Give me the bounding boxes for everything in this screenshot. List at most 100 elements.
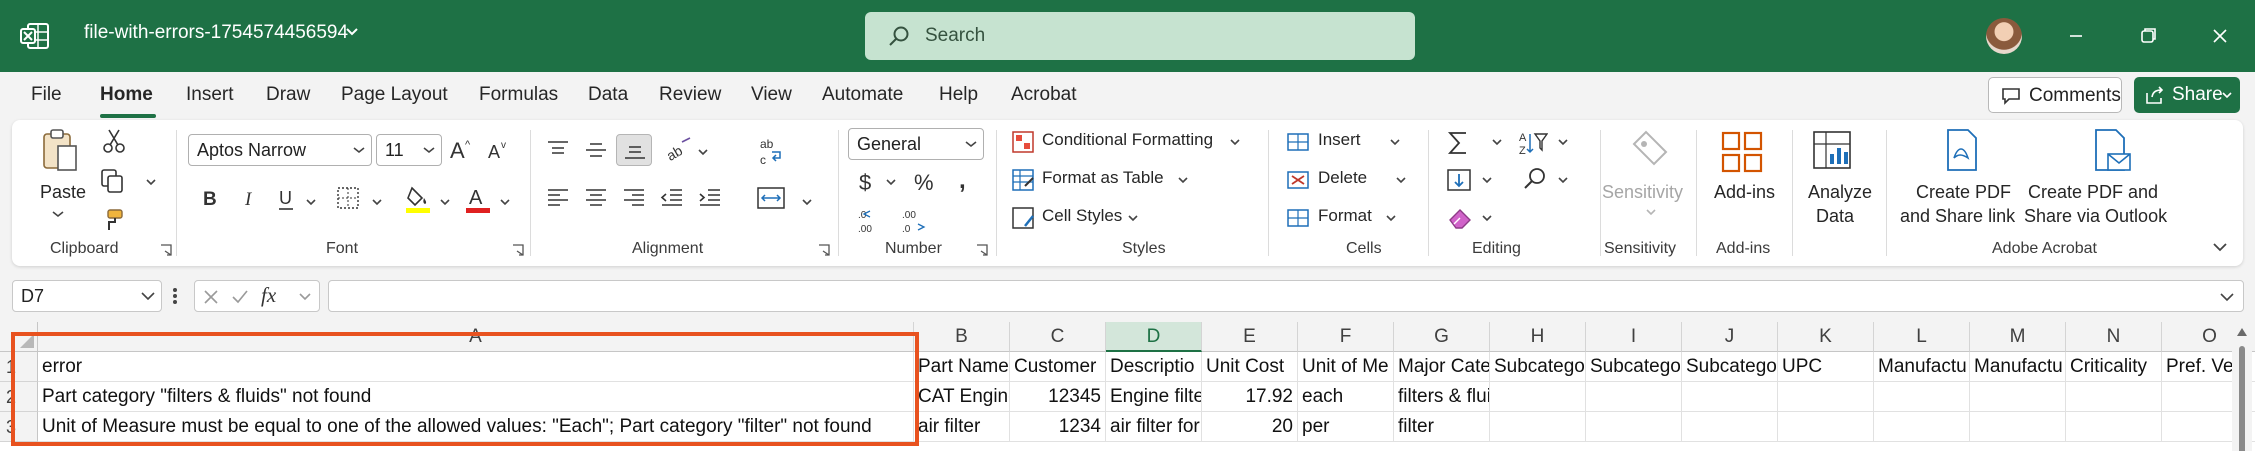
- column-header-j[interactable]: J: [1682, 322, 1778, 352]
- create-pdf-outlook-icon[interactable]: [2090, 128, 2134, 174]
- bold-icon[interactable]: B: [200, 186, 220, 210]
- paste-icon[interactable]: [40, 128, 80, 174]
- dialog-launcher-icon[interactable]: [160, 244, 172, 256]
- percent-icon[interactable]: %: [912, 168, 938, 196]
- decrease-decimal-icon[interactable]: .00.0: [900, 206, 926, 234]
- autosum-icon[interactable]: [1446, 130, 1470, 156]
- cell-d3[interactable]: air filter for: [1106, 412, 1202, 442]
- cell-d1[interactable]: Descriptio: [1106, 352, 1202, 382]
- chevron-down-icon[interactable]: [1558, 138, 1568, 146]
- cell-c2[interactable]: 12345: [1010, 382, 1106, 412]
- restore-icon[interactable]: [2130, 18, 2166, 54]
- cell-l1[interactable]: Manufactu: [1874, 352, 1970, 382]
- scrollbar-thumb[interactable]: [2239, 346, 2245, 451]
- cancel-icon[interactable]: [203, 289, 219, 305]
- chevron-down-icon[interactable]: [1396, 176, 1406, 184]
- italic-icon[interactable]: I: [240, 186, 260, 210]
- cell-m2[interactable]: [1970, 382, 2066, 412]
- sort-filter-icon[interactable]: AZ: [1518, 130, 1548, 156]
- column-header-d[interactable]: D: [1106, 322, 1202, 352]
- cell-b1[interactable]: Part Name: [914, 352, 1010, 382]
- chevron-down-icon[interactable]: [440, 198, 450, 206]
- cell-e3[interactable]: 20: [1202, 412, 1298, 442]
- vertical-scrollbar[interactable]: [2232, 322, 2252, 451]
- comma-style-icon[interactable]: ,: [956, 168, 974, 196]
- create-pdf-line1[interactable]: Create PDF: [1916, 182, 2011, 203]
- fill-color-icon[interactable]: [404, 184, 432, 214]
- align-middle-icon[interactable]: [584, 140, 608, 160]
- add-ins-icon[interactable]: [1720, 130, 1764, 174]
- format-as-table-label[interactable]: Format as Table: [1042, 168, 1164, 188]
- row-header-1[interactable]: 1: [0, 352, 38, 382]
- cell-b2[interactable]: CAT Engine: [914, 382, 1010, 412]
- increase-indent-icon[interactable]: [698, 188, 722, 208]
- analyze-data-line2[interactable]: Data: [1816, 206, 1854, 227]
- tab-help[interactable]: Help: [939, 84, 978, 106]
- cell-i3[interactable]: [1586, 412, 1682, 442]
- underline-icon[interactable]: U: [276, 186, 298, 212]
- cell-styles-icon[interactable]: [1011, 206, 1035, 230]
- tab-home[interactable]: Home: [100, 84, 153, 106]
- chevron-down-icon[interactable]: [1390, 138, 1400, 146]
- tab-file[interactable]: File: [31, 84, 62, 106]
- find-select-icon[interactable]: [1522, 166, 1548, 192]
- cell-l3[interactable]: [1874, 412, 1970, 442]
- conditional-formatting-icon[interactable]: [1011, 130, 1035, 154]
- chevron-down-icon[interactable]: [146, 178, 156, 186]
- close-icon[interactable]: [2202, 18, 2238, 54]
- search-box[interactable]: Search: [865, 12, 1415, 60]
- column-header-b[interactable]: B: [914, 322, 1010, 352]
- number-format-select[interactable]: General: [848, 128, 984, 160]
- cell-c3[interactable]: 1234: [1010, 412, 1106, 442]
- cell-j1[interactable]: Subcatego: [1682, 352, 1778, 382]
- cell-l2[interactable]: [1874, 382, 1970, 412]
- tab-draw[interactable]: Draw: [266, 84, 310, 106]
- tab-automate[interactable]: Automate: [822, 84, 903, 106]
- cell-g3[interactable]: filter: [1394, 412, 1490, 442]
- dialog-launcher-icon[interactable]: [512, 244, 524, 256]
- chevron-down-icon[interactable]: [52, 210, 64, 218]
- tab-acrobat[interactable]: Acrobat: [1011, 84, 1076, 106]
- decrease-indent-icon[interactable]: [660, 188, 684, 208]
- borders-icon[interactable]: [336, 186, 360, 210]
- create-pdf-icon[interactable]: [1942, 128, 1982, 174]
- chevron-down-icon[interactable]: [698, 148, 708, 156]
- cell-k1[interactable]: UPC: [1778, 352, 1874, 382]
- align-right-icon[interactable]: [622, 188, 646, 208]
- column-header-h[interactable]: H: [1490, 322, 1586, 352]
- font-size-select[interactable]: 11: [376, 134, 442, 166]
- cell-a2[interactable]: Part category "filters & fluids" not fou…: [38, 382, 914, 412]
- cell-a1[interactable]: error: [38, 352, 914, 382]
- cell-c1[interactable]: Customer: [1010, 352, 1106, 382]
- cell-f3[interactable]: per: [1298, 412, 1394, 442]
- scroll-up-icon[interactable]: [2237, 328, 2247, 336]
- cell-styles-label[interactable]: Cell Styles: [1042, 206, 1122, 226]
- paste-label[interactable]: Paste: [40, 182, 86, 203]
- chevron-down-icon[interactable]: [1558, 176, 1568, 184]
- fill-icon[interactable]: [1446, 168, 1472, 192]
- add-ins-button-label[interactable]: Add-ins: [1714, 182, 1775, 203]
- tab-view[interactable]: View: [751, 84, 792, 106]
- create-outlook-line2[interactable]: Share via Outlook: [2024, 206, 2167, 227]
- chevron-down-icon[interactable]: [1492, 138, 1502, 146]
- insert-cells-icon[interactable]: [1286, 130, 1310, 154]
- cell-n2[interactable]: [2066, 382, 2162, 412]
- chevron-down-icon[interactable]: [1230, 138, 1240, 146]
- tab-formulas[interactable]: Formulas: [479, 84, 558, 106]
- cell-n3[interactable]: [2066, 412, 2162, 442]
- insert-function-icon[interactable]: fx: [261, 283, 276, 308]
- column-header-n[interactable]: N: [2066, 322, 2162, 352]
- collapse-ribbon-icon[interactable]: [2212, 242, 2228, 252]
- formula-input[interactable]: [328, 280, 2244, 312]
- chevron-down-icon[interactable]: [1386, 214, 1396, 222]
- chevron-down-icon[interactable]: [1482, 214, 1492, 222]
- cell-k3[interactable]: [1778, 412, 1874, 442]
- chevron-down-icon[interactable]: [802, 198, 812, 206]
- cut-icon[interactable]: [102, 128, 126, 154]
- chevron-down-icon[interactable]: [306, 198, 316, 206]
- copy-icon[interactable]: [100, 168, 126, 194]
- delete-label[interactable]: Delete: [1318, 168, 1367, 188]
- column-header-f[interactable]: F: [1298, 322, 1394, 352]
- cell-j3[interactable]: [1682, 412, 1778, 442]
- cell-h3[interactable]: [1490, 412, 1586, 442]
